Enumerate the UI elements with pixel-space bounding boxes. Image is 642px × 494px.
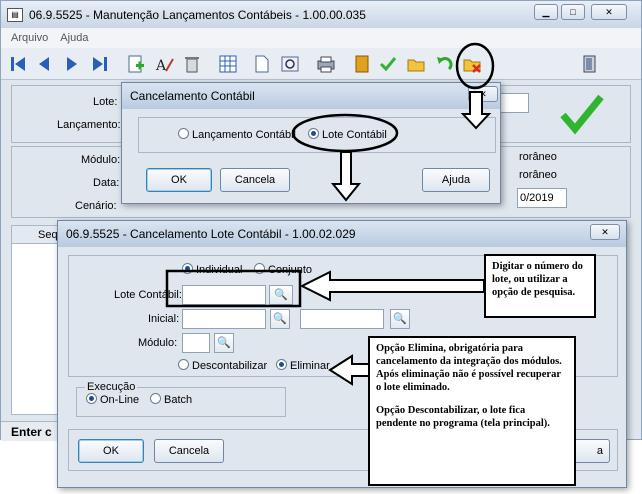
note-descontabilizar-text: Opção Descontabilizar, o lote fica pende… [376, 405, 550, 429]
arrow-down-2 [330, 151, 362, 202]
arrow-left-1 [299, 270, 485, 302]
arrow-down-1 [460, 91, 492, 130]
lote-option-highlight [291, 113, 399, 153]
note-eliminar-descontabilizar: Opção Elimina, obrigatória para cancelam… [368, 336, 576, 486]
lote-field-highlight [165, 269, 302, 308]
note-eliminar-text: Opção Elimina, obrigatória para cancelam… [376, 343, 562, 393]
arrow-left-2 [328, 354, 371, 386]
note-lote-search: Digitar o número do lote, ou utilizar a … [484, 254, 596, 318]
toolbar-icon-highlight [455, 42, 495, 90]
